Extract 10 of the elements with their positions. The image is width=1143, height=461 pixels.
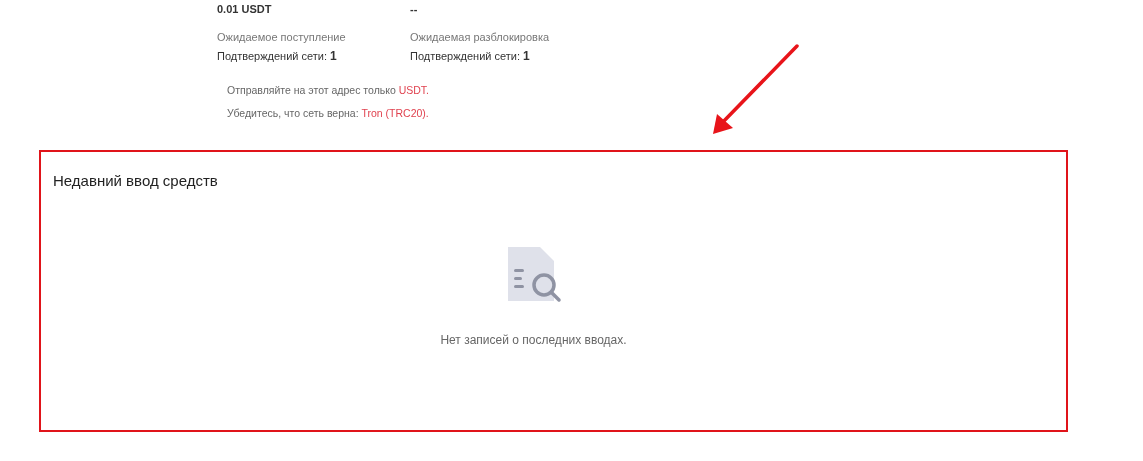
confirmations-text: Подтверждений сети: 1 (217, 49, 337, 63)
field-label: Ожидаемое поступление (217, 30, 346, 44)
notice-text: Убедитесь, что сеть верна: Tron (TRC20). (227, 106, 429, 120)
confirmations-text: Подтверждений сети: 1 (410, 49, 530, 63)
field-label: Ожидаемая разблокировка (410, 30, 550, 44)
amount-value: 0.01 USDT (217, 2, 272, 16)
empty-message: Нет записей о последних вводах. (440, 333, 627, 347)
amount-value: -- (410, 2, 418, 16)
section-title: Недавний ввод средств (53, 172, 218, 189)
notice-text: Отправляйте на этот адрес только USDT. (227, 83, 430, 97)
